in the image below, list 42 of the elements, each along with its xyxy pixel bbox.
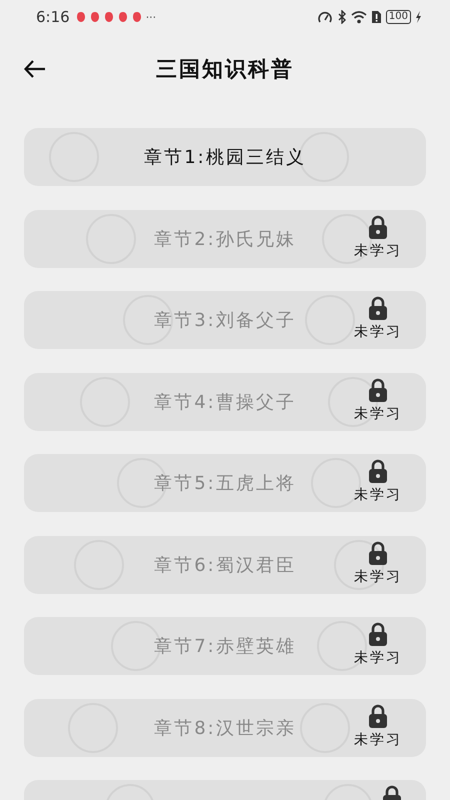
lock-icon — [368, 702, 388, 728]
lock-status: 未学习 — [354, 323, 402, 341]
chapter-card[interactable]: 章节7:赤壁英雄 未学习 — [24, 617, 426, 675]
charging-icon — [415, 11, 422, 23]
speed-icon — [316, 10, 333, 24]
ring-ornament — [334, 540, 384, 590]
lock-icon — [368, 376, 388, 402]
chapter-title: 章节6:蜀汉君臣 — [154, 554, 296, 576]
chapter-card[interactable]: 章节5:五虎上将 未学习 — [24, 454, 426, 512]
page-title: 三国知识科普 — [156, 56, 294, 83]
lock-icon — [368, 458, 388, 484]
chapter-title: 章节2:孙氏兄妹 — [154, 228, 296, 250]
bluetooth-icon — [336, 10, 347, 24]
chapter-title: 章节1:桃园三结义 — [144, 146, 306, 169]
lock-status: 未学习 — [354, 649, 402, 667]
lock-icon — [368, 214, 388, 240]
sim-alert-icon — [370, 10, 382, 24]
lock-status: 未学习 — [354, 568, 402, 586]
more-notifications: ··· — [146, 10, 156, 24]
chapter-card[interactable]: 章节4:曹操父子 未学习 — [24, 372, 426, 430]
ring-ornament — [322, 214, 372, 264]
chapter-card[interactable]: 章节3:刘备父子 未学习 — [24, 291, 426, 349]
chapter-title: 章节5:五虎上将 — [154, 472, 296, 495]
chapter-card[interactable]: 章节1:桃园三结义 — [24, 128, 426, 186]
wifi-icon — [350, 10, 367, 24]
clock-time: 6:16 — [36, 8, 70, 26]
chapter-title: 章节8:汉世宗亲 — [154, 716, 296, 740]
lock-icon — [368, 621, 388, 647]
lock-status: 未学习 — [354, 404, 402, 422]
lock-status: 未学习 — [354, 486, 402, 504]
chapter-title: 章节3:刘备父子 — [154, 309, 296, 332]
lock-status: 未学习 — [354, 730, 402, 748]
chapter-card[interactable]: 章节8:汉世宗亲 未学习 — [24, 698, 426, 756]
back-button[interactable] — [22, 58, 48, 80]
chapter-card[interactable]: 章节6:蜀汉君臣 未学习 — [24, 536, 426, 594]
chapter-title: 章节4:曹操父子 — [154, 390, 296, 414]
chapter-title: 章节7:赤壁英雄 — [154, 635, 296, 658]
lock-icon — [368, 295, 388, 321]
lock-status: 未学习 — [354, 242, 402, 260]
lock-icon — [368, 540, 388, 566]
battery-level: 100 — [386, 10, 411, 24]
chapter-card[interactable]: 章节2:孙氏兄妹 未学习 — [24, 210, 426, 268]
